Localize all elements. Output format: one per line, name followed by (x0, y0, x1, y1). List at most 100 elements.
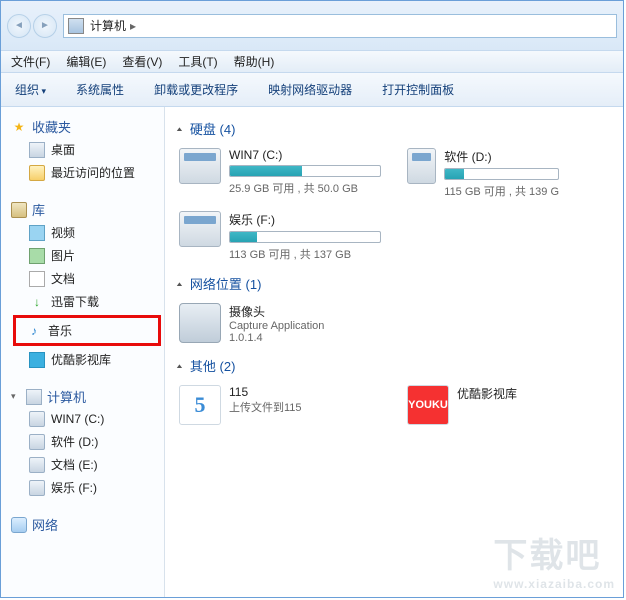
sidebar-item-drive-d[interactable]: 软件 (D:) (7, 430, 164, 453)
uninstall-button[interactable]: 卸载或更改程序 (148, 79, 244, 100)
desktop-icon (29, 142, 45, 158)
network-header[interactable]: 网络 (7, 513, 164, 536)
nav-back-button[interactable]: ◄ (7, 14, 31, 38)
favorites-group: ★ 收藏夹 桌面 最近访问的位置 (7, 115, 164, 184)
computer-icon (68, 18, 84, 34)
explorer-window: ◄ ► 计算机 ▸ 文件(F) 编辑(E) 查看(V) 工具(T) 帮助(H) … (0, 0, 624, 598)
network-icon (11, 517, 27, 533)
drives-list: WIN7 (C:) 25.9 GB 可用 , 共 50.0 GB 软件 (D:)… (175, 144, 613, 266)
control-panel-button[interactable]: 打开控制面板 (376, 79, 460, 100)
computer-label: 计算机 (47, 387, 86, 406)
hard-drive-icon (407, 148, 436, 184)
hard-drive-icon (179, 148, 221, 184)
chevron-down-icon: ▾ (11, 391, 21, 402)
video-icon (29, 225, 45, 241)
sidebar-item-music[interactable]: ♪ 音乐 (13, 315, 161, 346)
sidebar-item-thunder[interactable]: ↓迅雷下载 (7, 290, 164, 313)
disks-header[interactable]: 硬盘 (4) (175, 119, 613, 138)
sidebar-item-label: 音乐 (48, 322, 72, 339)
nav-forward-button[interactable]: ► (33, 14, 57, 38)
drive-free-text: 113 GB 可用 , 共 137 GB (229, 246, 381, 262)
other-name: 优酷影视库 (457, 385, 517, 402)
camera-icon (179, 303, 221, 343)
usage-fill (445, 169, 464, 179)
computer-header[interactable]: ▾ 计算机 (7, 385, 164, 408)
netloc-item-camera[interactable]: 摄像头 Capture Application 1.0.1.4 (175, 299, 385, 348)
titlebar: ◄ ► 计算机 ▸ (1, 1, 623, 51)
breadcrumb-root[interactable]: 计算机 (90, 17, 126, 34)
sidebar-item-drive-c[interactable]: WIN7 (C:) (7, 408, 164, 430)
menu-view[interactable]: 查看(V) (116, 51, 168, 72)
sidebar-item-desktop[interactable]: 桌面 (7, 138, 164, 161)
watermark: 下载吧 www.xiazaiba.com (493, 528, 615, 591)
usage-fill (230, 232, 257, 242)
sidebar-item-label: 桌面 (51, 141, 75, 158)
drive-icon (29, 457, 45, 473)
sidebar-item-drive-e[interactable]: 文档 (E:) (7, 453, 164, 476)
organize-button[interactable]: 组织 (9, 79, 52, 100)
menu-edit[interactable]: 编辑(E) (60, 51, 112, 72)
sidebar-item-documents[interactable]: 文档 (7, 267, 164, 290)
sidebar-item-label: WIN7 (C:) (51, 412, 104, 426)
star-icon: ★ (11, 119, 27, 135)
recent-icon (29, 165, 45, 181)
sidebar: ★ 收藏夹 桌面 最近访问的位置 库 视频 图片 (1, 107, 165, 597)
sidebar-item-pictures[interactable]: 图片 (7, 244, 164, 267)
sidebar-item-label: 文档 (51, 270, 75, 287)
netloc-header[interactable]: 网络位置 (1) (175, 274, 613, 293)
network-label: 网络 (32, 515, 58, 534)
music-icon: ♪ (26, 323, 42, 339)
system-properties-button[interactable]: 系统属性 (70, 79, 130, 100)
netloc-name: 摄像头 (229, 303, 324, 320)
library-icon (11, 202, 27, 218)
other-header[interactable]: 其他 (2) (175, 356, 613, 375)
documents-icon (29, 271, 45, 287)
sidebar-item-recent[interactable]: 最近访问的位置 (7, 161, 164, 184)
drive-item-c[interactable]: WIN7 (C:) 25.9 GB 可用 , 共 50.0 GB (175, 144, 385, 203)
body: ★ 收藏夹 桌面 最近访问的位置 库 视频 图片 (1, 107, 623, 597)
toolbar: 组织 系统属性 卸载或更改程序 映射网络驱动器 打开控制面板 (1, 73, 623, 107)
drive-name: 娱乐 (F:) (229, 211, 381, 228)
download-icon: ↓ (29, 294, 45, 310)
youku-icon: YOUKU (407, 385, 449, 425)
drive-item-d[interactable]: 软件 (D:) 115 GB 可用 , 共 139 G (403, 144, 563, 203)
drive-icon (29, 411, 45, 427)
favorites-label: 收藏夹 (32, 117, 71, 136)
map-drive-button[interactable]: 映射网络驱动器 (262, 79, 358, 100)
drive-item-f[interactable]: 娱乐 (F:) 113 GB 可用 , 共 137 GB (175, 207, 385, 266)
watermark-main: 下载吧 (493, 537, 601, 575)
other-name: 115 (229, 385, 302, 399)
menu-tools[interactable]: 工具(T) (172, 51, 223, 72)
sidebar-item-label: 最近访问的位置 (51, 164, 135, 181)
usage-bar (229, 165, 381, 177)
sidebar-item-label: 软件 (D:) (51, 433, 98, 450)
usage-bar (444, 168, 559, 180)
address-bar[interactable]: 计算机 ▸ (63, 14, 617, 38)
drive-name: 软件 (D:) (444, 148, 559, 165)
computer-group: ▾ 计算机 WIN7 (C:) 软件 (D:) 文档 (E:) 娱乐 (F:) (7, 385, 164, 499)
drive-name: WIN7 (C:) (229, 148, 381, 162)
netloc-sub2: 1.0.1.4 (229, 332, 324, 344)
115-icon: 5 (179, 385, 221, 425)
usage-fill (230, 166, 302, 176)
sidebar-item-label: 优酷影视库 (51, 351, 111, 368)
netloc-list: 摄像头 Capture Application 1.0.1.4 (175, 299, 613, 348)
other-item-115[interactable]: 5 115 上传文件到115 (175, 381, 385, 429)
sidebar-item-youku[interactable]: 优酷影视库 (7, 348, 164, 371)
libraries-header[interactable]: 库 (7, 198, 164, 221)
menu-file[interactable]: 文件(F) (5, 51, 56, 72)
sidebar-item-label: 视频 (51, 224, 75, 241)
sidebar-item-label: 娱乐 (F:) (51, 479, 97, 496)
sidebar-item-drive-f[interactable]: 娱乐 (F:) (7, 476, 164, 499)
youku-icon (29, 352, 45, 368)
usage-bar (229, 231, 381, 243)
other-item-youku[interactable]: YOUKU 优酷影视库 (403, 381, 563, 429)
favorites-header[interactable]: ★ 收藏夹 (7, 115, 164, 138)
breadcrumb-separator: ▸ (130, 19, 136, 33)
sidebar-item-videos[interactable]: 视频 (7, 221, 164, 244)
other-list: 5 115 上传文件到115 YOUKU 优酷影视库 (175, 381, 613, 429)
libraries-group: 库 视频 图片 文档 ↓迅雷下载 ♪ 音乐 优酷影视库 (7, 198, 164, 371)
menu-help[interactable]: 帮助(H) (228, 51, 281, 72)
sidebar-item-label: 文档 (E:) (51, 456, 98, 473)
network-group: 网络 (7, 513, 164, 536)
